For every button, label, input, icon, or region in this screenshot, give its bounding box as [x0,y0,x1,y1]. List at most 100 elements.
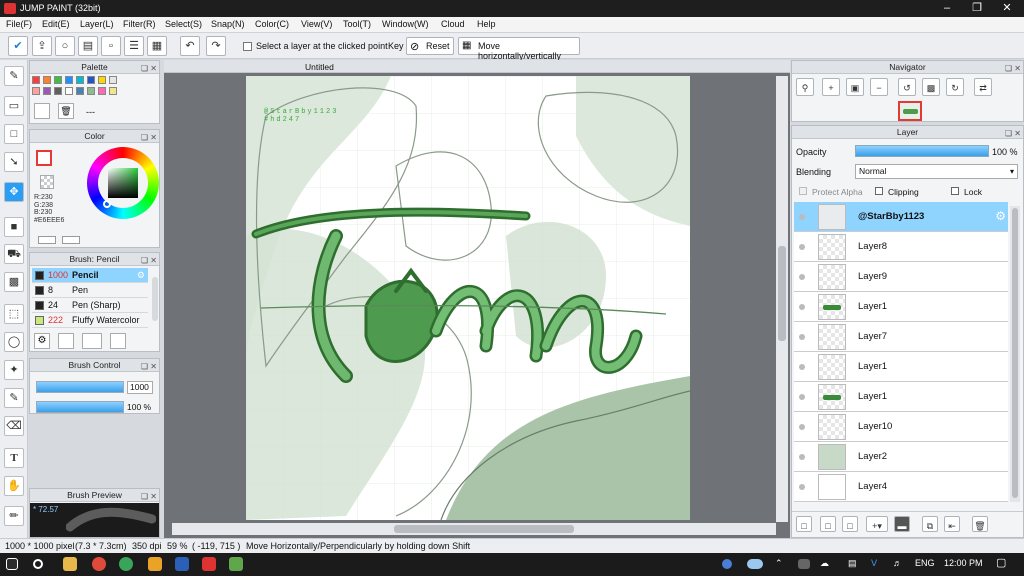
fit-window-icon[interactable]: ▣ [846,78,864,96]
visibility-icon[interactable] [799,334,805,340]
menu-select[interactable]: Select(S) [165,19,202,29]
horizontal-scrollbar[interactable] [172,523,776,535]
lasso-icon[interactable]: ◯ [4,332,24,352]
palette-swatch[interactable] [87,76,95,84]
brush-settings-icon[interactable]: ⚙ [34,333,50,349]
menu-cloud[interactable]: Cloud [441,19,465,29]
merge-layer-icon[interactable]: ⇤ [944,516,960,532]
folder-app-icon[interactable] [148,557,162,571]
line-icon[interactable]: ➘ [4,152,24,172]
move-icon[interactable]: ✥ [4,182,24,202]
layer-row[interactable]: Layer9 [794,262,1008,292]
select-pen-icon[interactable]: ✎ [4,388,24,408]
minimize-icon[interactable]: – [932,0,962,17]
start-icon[interactable] [6,558,18,570]
blending-select[interactable]: Normal ▾ [855,164,1018,179]
check-icon[interactable]: ✔ [8,36,28,56]
move-hv-button[interactable]: ▦ Move horizontally/vertically [458,37,580,61]
color-mode-button[interactable] [38,236,56,244]
tray-cloud-icon[interactable]: ☁ [820,558,829,569]
palette-swatch[interactable] [109,76,117,84]
vertical-scrollbar[interactable] [776,76,788,522]
vertical-scroll-thumb[interactable] [778,246,786,341]
hand-icon[interactable]: ✋ [4,476,24,496]
palette-swatch[interactable] [87,87,95,95]
menu-layer[interactable]: Layer(L) [80,19,114,29]
opacity-slider[interactable] [36,401,124,413]
tray-network-icon[interactable]: ▤ [848,558,857,569]
palette-swatch[interactable] [54,87,62,95]
people-icon[interactable] [722,559,732,569]
layer-row[interactable]: @StarBby1123 ⚙ [794,202,1008,232]
brush-item[interactable]: 8 Pen [32,283,148,298]
brush-copy-icon[interactable] [110,333,126,349]
palette-swatch[interactable] [109,87,117,95]
visibility-icon[interactable] [799,304,805,310]
visibility-icon[interactable] [799,214,805,220]
panel-close-icon[interactable]: ❏ ✕ [141,131,157,144]
visibility-icon[interactable] [799,454,805,460]
panel-close-icon[interactable]: ❏ ✕ [141,254,157,267]
lock-checkbox[interactable] [951,187,959,195]
bucket-icon[interactable]: ⛟ [4,244,24,264]
zoom-fit-icon[interactable]: ⚲ [796,78,814,96]
select-layer-checkbox[interactable] [243,42,252,51]
visibility-icon[interactable] [799,424,805,430]
fill-rect-icon[interactable]: ■ [4,217,24,237]
layer-row[interactable]: Layer1 [794,382,1008,412]
app-icon-extra[interactable] [229,557,243,571]
duplicate-layer-icon[interactable]: ⧉ [922,516,938,532]
palette-swatch[interactable] [98,76,106,84]
palette-swatch[interactable] [65,87,73,95]
visibility-icon[interactable] [799,364,805,370]
undo-icon[interactable]: ↶ [180,36,200,56]
drawing-canvas[interactable]: @StarBby1123 #hd247 [246,76,690,520]
word-icon[interactable] [175,557,189,571]
flip-icon[interactable]: ⇄ [974,78,992,96]
protect-alpha-checkbox[interactable] [799,187,807,195]
gear-icon[interactable]: ⚙ [995,209,1006,223]
brush-item[interactable]: 24 Pen (Sharp) [32,298,148,313]
layer-row[interactable]: Layer10 [794,412,1008,442]
menu-snap[interactable]: Snap(N) [211,19,245,29]
search-icon[interactable] [33,559,43,569]
visibility-icon[interactable] [799,274,805,280]
layer-row[interactable]: Layer7 [794,322,1008,352]
palette-swatch[interactable] [54,76,62,84]
weather-icon[interactable] [747,559,763,569]
saturation-square[interactable] [108,168,138,198]
palette-swatches[interactable] [32,76,144,98]
new-brush-icon[interactable] [58,333,74,349]
panel-close-icon[interactable]: ❏ ✕ [1005,62,1021,75]
file-explorer-icon[interactable] [63,557,77,571]
eraser-icon[interactable]: ▭ [4,96,24,116]
share-icon[interactable]: ⇪ [32,36,52,56]
add-layer-menu-icon[interactable]: +▾ [866,516,888,532]
marquee-icon[interactable]: ⬚ [4,304,24,324]
layer-row[interactable]: Layer1 [794,292,1008,322]
zoom-out-icon[interactable]: − [870,78,888,96]
trash-icon[interactable]: 🗑 [58,103,74,119]
tray-app-icon[interactable] [798,559,810,569]
menu-tool[interactable]: Tool(T) [343,19,371,29]
magic-wand-icon[interactable]: ✦ [4,360,24,380]
brush-icon[interactable]: ✎ [4,66,24,86]
panel-close-icon[interactable]: ❏ ✕ [1005,127,1021,140]
palette-swatch[interactable] [76,87,84,95]
palette-swatch[interactable] [43,87,51,95]
menu-color[interactable]: Color(C) [255,19,289,29]
restore-icon[interactable]: ❐ [962,0,992,17]
brush-item[interactable]: 222 Fluffy Watercolor [32,313,148,328]
reset-rotation-icon[interactable]: ▩ [922,78,940,96]
new-layer-8bit-icon[interactable]: □ [820,516,836,532]
palette-swatch[interactable] [32,87,40,95]
new-palette-icon[interactable] [34,103,50,119]
jump-paint-taskbar-icon[interactable] [202,557,216,571]
new-layer-1bit-icon[interactable]: □ [842,516,858,532]
grid-icon[interactable]: ▦ [147,36,167,56]
menu-view[interactable]: View(V) [301,19,332,29]
menu-window[interactable]: Window(W) [382,19,429,29]
foreground-color[interactable] [36,150,52,166]
document-icon[interactable]: ▫ [101,36,121,56]
select-eraser-icon[interactable]: ⌫ [4,416,24,436]
